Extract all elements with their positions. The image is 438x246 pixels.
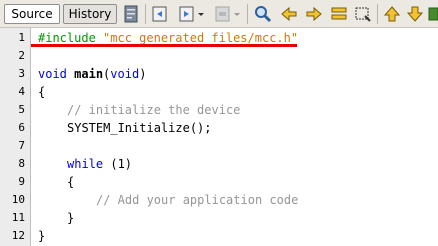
chevron-down-icon bbox=[234, 13, 240, 16]
line-number: 10 bbox=[11, 193, 25, 206]
highlight-underline bbox=[31, 44, 297, 47]
line-number: 1 bbox=[18, 31, 25, 44]
forward-icon[interactable] bbox=[177, 4, 197, 24]
param-type: void bbox=[110, 67, 140, 81]
code-line-8: while (1) bbox=[67, 155, 132, 173]
find-next-icon[interactable] bbox=[304, 4, 324, 24]
tab-history[interactable]: History bbox=[63, 4, 117, 24]
code-comment: // initialize the device bbox=[67, 103, 241, 117]
toolbar-separator bbox=[377, 4, 378, 24]
editor-toolbar: Source History bbox=[0, 0, 438, 28]
line-number-gutter: 1 2 3 4 5 6 7 8 9 10 11 12 bbox=[0, 28, 31, 246]
preprocessor-directive: #include bbox=[38, 31, 96, 45]
back-icon[interactable] bbox=[150, 4, 170, 24]
code-editor[interactable]: #include "mcc_generated_files/mcc.h" voi… bbox=[31, 28, 438, 246]
next-bookmark-icon[interactable] bbox=[405, 4, 425, 24]
code-line-9: { bbox=[67, 175, 75, 189]
while-keyword: while bbox=[67, 157, 104, 171]
line-number: 5 bbox=[18, 103, 25, 116]
paren: ) bbox=[139, 67, 147, 81]
disabled-action-icon bbox=[215, 6, 230, 22]
line-number: 4 bbox=[18, 85, 25, 98]
code-line-12: } bbox=[38, 229, 46, 243]
find-icon[interactable] bbox=[253, 4, 273, 24]
function-name: main bbox=[74, 67, 104, 81]
line-number: 9 bbox=[18, 175, 25, 188]
toggle-bookmark-icon[interactable] bbox=[427, 4, 438, 24]
code-line-3: void main(void) bbox=[38, 65, 146, 83]
line-number: 2 bbox=[18, 49, 25, 62]
toolbar-separator bbox=[247, 4, 248, 24]
previous-bookmark-icon[interactable] bbox=[382, 4, 402, 24]
code-line-4: { bbox=[38, 85, 46, 99]
find-previous-icon[interactable] bbox=[279, 4, 299, 24]
line-number: 11 bbox=[11, 211, 25, 224]
toolbar-separator bbox=[145, 4, 146, 24]
line-number: 12 bbox=[11, 229, 25, 242]
code-line-11: } bbox=[67, 211, 75, 225]
include-path: "mcc_generated_files/mcc.h" bbox=[103, 31, 299, 45]
chevron-down-icon[interactable] bbox=[196, 4, 206, 24]
line-number: 6 bbox=[18, 121, 25, 134]
code-comment: // Add your application code bbox=[96, 193, 299, 207]
while-condition: (1) bbox=[103, 157, 133, 171]
last-edit-icon[interactable] bbox=[121, 4, 141, 24]
code-line-6: SYSTEM_Initialize(); bbox=[67, 121, 212, 135]
line-number: 3 bbox=[18, 67, 25, 80]
tab-source[interactable]: Source bbox=[4, 4, 60, 24]
return-type: void bbox=[38, 67, 67, 81]
line-number: 8 bbox=[18, 157, 25, 170]
toggle-highlight-icon[interactable] bbox=[329, 4, 349, 24]
toggle-rectangular-selection-icon[interactable] bbox=[353, 4, 373, 24]
line-number: 7 bbox=[18, 139, 25, 152]
